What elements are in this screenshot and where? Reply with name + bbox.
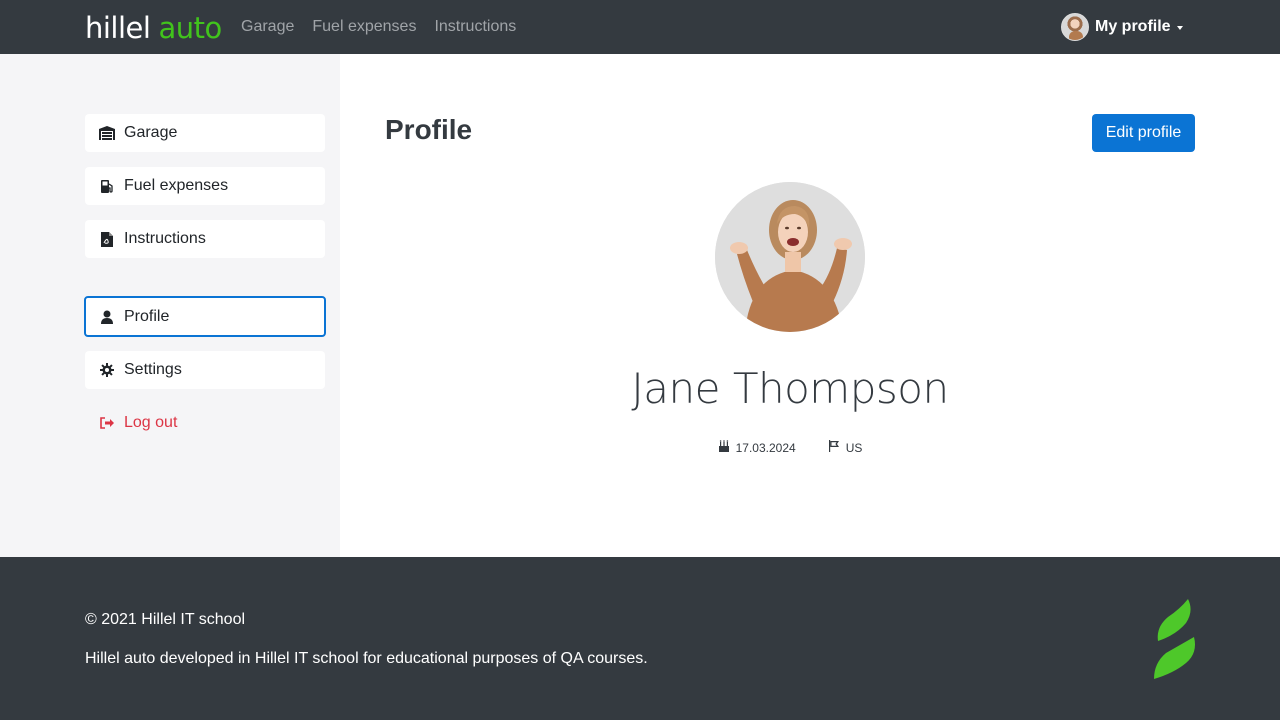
logout-icon	[99, 415, 115, 431]
country-text: US	[845, 440, 863, 455]
sidebar-item-label: Log out	[124, 414, 178, 431]
page-title: Profile	[385, 114, 473, 145]
profile-panel: Profile Edit profile Jane Thompson 17.03…	[340, 54, 1280, 557]
profile-meta: 17.03.2024 US	[340, 440, 1240, 455]
sidebar-item-label: Garage	[124, 124, 178, 141]
sidebar-item-label: Profile	[124, 307, 170, 325]
flag-icon	[828, 440, 840, 455]
hillel-leaf-logo-icon	[1150, 597, 1198, 686]
my-profile-dropdown[interactable]: My profile	[1061, 13, 1183, 41]
garage-icon	[99, 125, 115, 141]
logo-word-auto: auto	[158, 11, 222, 45]
nav-link-garage[interactable]: Garage	[241, 18, 294, 36]
sidebar-item-settings[interactable]: Settings	[85, 351, 325, 389]
sidebar-item-label: Instructions	[124, 230, 206, 247]
sidebar: Garage Fuel expenses Instructions Profil…	[0, 54, 340, 557]
sidebar-item-label: Fuel expenses	[124, 177, 229, 194]
fuel-icon	[99, 178, 115, 194]
nav-link-fuel-expenses[interactable]: Fuel expenses	[312, 18, 416, 36]
logo-word-hillel: hillel	[85, 11, 151, 45]
top-navbar: hillel auto Garage Fuel expenses Instruc…	[0, 0, 1280, 54]
edit-profile-button[interactable]: Edit profile	[1092, 114, 1195, 152]
main-nav: Garage Fuel expenses Instructions	[241, 0, 516, 54]
nav-link-instructions[interactable]: Instructions	[434, 18, 516, 36]
footer-description: Hillel auto developed in Hillel IT schoo…	[85, 650, 648, 667]
footer: © 2021 Hillel IT school Hillel auto deve…	[0, 557, 1280, 720]
user-icon	[99, 309, 115, 325]
sidebar-item-fuel-expenses[interactable]: Fuel expenses	[85, 167, 325, 205]
sidebar-item-garage[interactable]: Garage	[85, 114, 325, 152]
country-info: US	[828, 440, 863, 455]
sidebar-item-logout[interactable]: Log out	[85, 404, 325, 442]
birthday-info: 17.03.2024	[718, 440, 796, 455]
caret-down-icon	[1176, 26, 1183, 30]
pdf-file-icon	[99, 231, 115, 247]
birthday-text: 17.03.2024	[735, 440, 796, 455]
footer-copyright: © 2021 Hillel IT school	[85, 611, 246, 628]
user-avatar-small	[1061, 13, 1089, 41]
profile-avatar	[715, 182, 865, 332]
hillel-auto-logo[interactable]: hillel auto	[85, 9, 222, 43]
birthday-cake-icon	[718, 440, 730, 455]
sidebar-item-instructions[interactable]: Instructions	[85, 220, 325, 258]
profile-name: Jane Thompson	[631, 364, 949, 413]
gear-icon	[99, 362, 115, 378]
sidebar-item-label: Settings	[124, 361, 182, 378]
sidebar-item-profile[interactable]: Profile	[84, 296, 326, 337]
my-profile-label: My profile	[1095, 18, 1171, 35]
